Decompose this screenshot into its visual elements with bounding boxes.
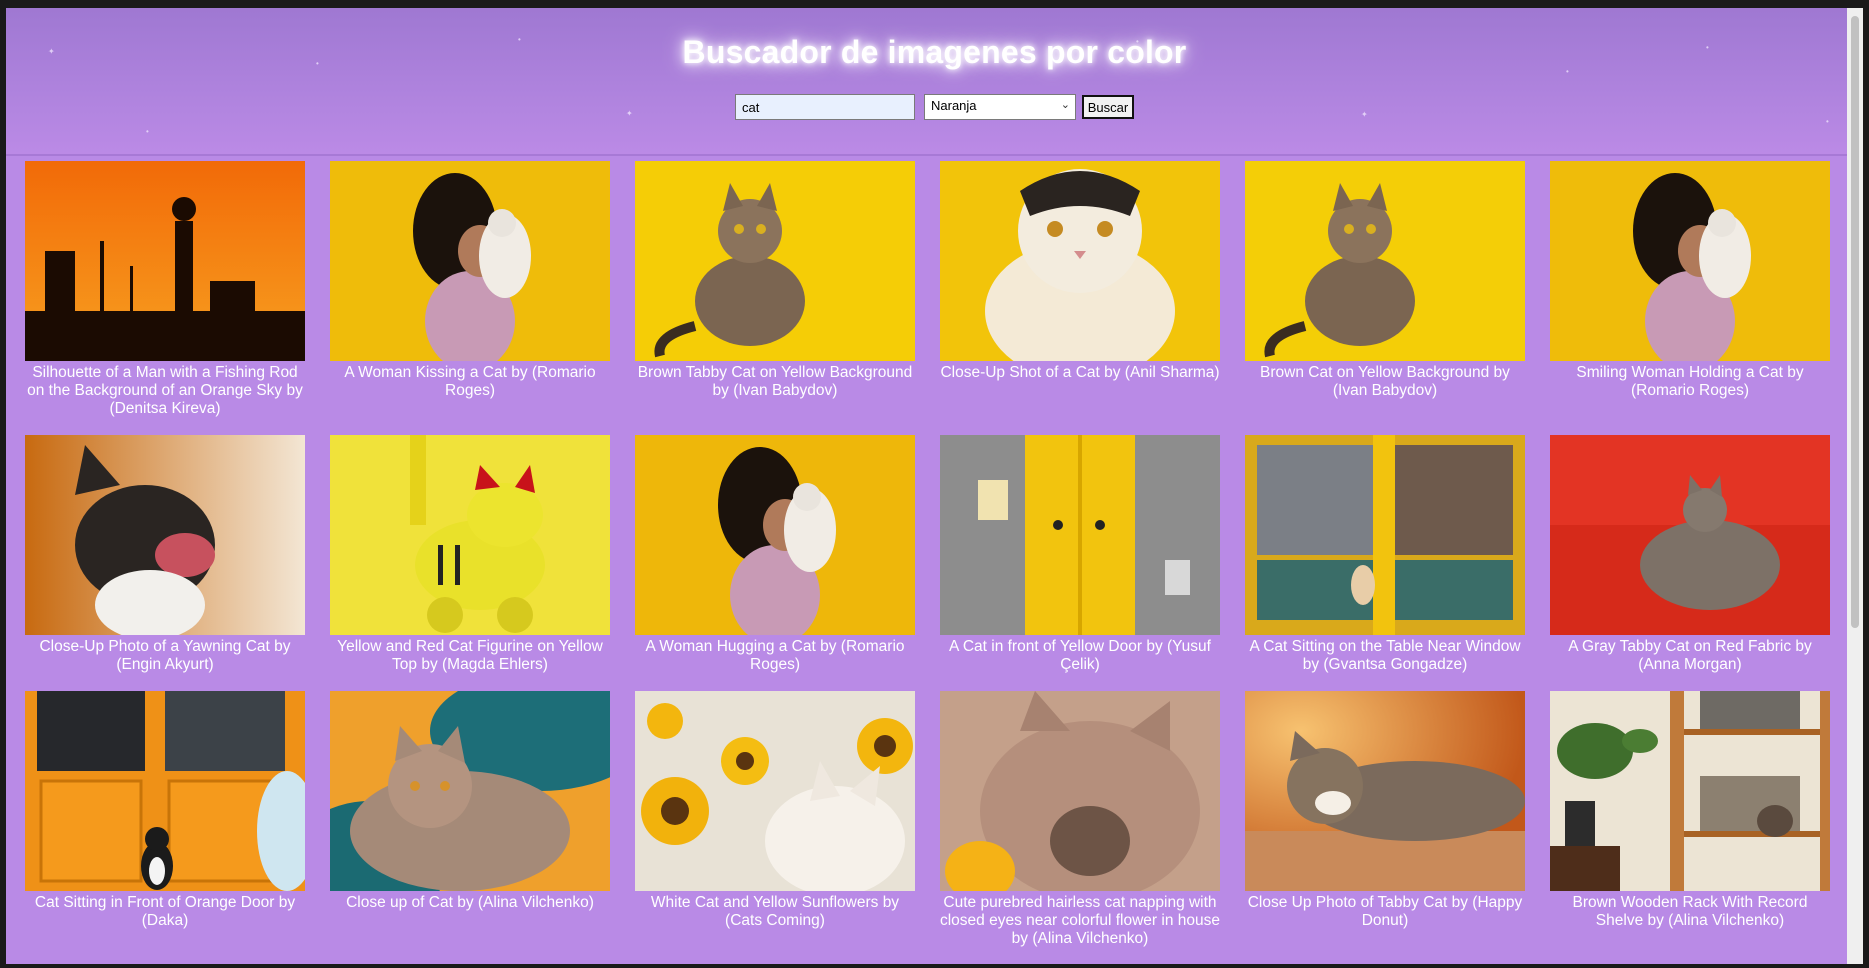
result-caption: Silhouette of a Man with a Fishing Rod o… — [27, 364, 303, 417]
result-caption: A Cat in front of Yellow Door by (Yusuf … — [949, 638, 1211, 673]
result-image[interactable] — [635, 435, 915, 635]
result-card[interactable]: Smiling Woman Holding a Cat by (Romario … — [1550, 161, 1830, 400]
result-caption: A Woman Kissing a Cat by (Romario Roges) — [344, 364, 596, 399]
result-card[interactable]: Close Up Photo of Tabby Cat by (Happy Do… — [1245, 691, 1525, 930]
result-caption: Close Up Photo of Tabby Cat by (Happy Do… — [1247, 894, 1523, 929]
search-button[interactable]: Buscar — [1082, 95, 1134, 119]
result-image[interactable] — [1245, 435, 1525, 635]
result-caption: Close-Up Photo of a Yawning Cat by (Engi… — [39, 638, 291, 673]
result-image[interactable] — [940, 161, 1220, 361]
result-card[interactable]: A Gray Tabby Cat on Red Fabric by (Anna … — [1550, 435, 1830, 674]
result-card[interactable]: A Woman Hugging a Cat by (Romario Roges) — [635, 435, 915, 674]
result-image[interactable] — [940, 435, 1220, 635]
result-card[interactable]: Brown Tabby Cat on Yellow Background by … — [635, 161, 915, 400]
result-caption: A Woman Hugging a Cat by (Romario Roges) — [645, 638, 905, 673]
result-image[interactable] — [1550, 435, 1830, 635]
result-image[interactable] — [1245, 161, 1525, 361]
result-card[interactable]: Close-Up Shot of a Cat by (Anil Sharma) — [940, 161, 1220, 382]
result-card[interactable]: Yellow and Red Cat Figurine on Yellow To… — [330, 435, 610, 674]
result-card[interactable]: Brown Cat on Yellow Background by (Ivan … — [1245, 161, 1525, 400]
result-image[interactable] — [330, 691, 610, 891]
result-image[interactable] — [1550, 691, 1830, 891]
result-image[interactable] — [330, 161, 610, 361]
result-card[interactable]: Cat Sitting in Front of Orange Door by (… — [25, 691, 305, 930]
result-caption: Brown Tabby Cat on Yellow Background by … — [637, 364, 913, 399]
color-select[interactable]: Naranja ⌄ — [924, 94, 1076, 120]
result-image[interactable] — [940, 691, 1220, 891]
result-image[interactable] — [1550, 161, 1830, 361]
result-image[interactable] — [1245, 691, 1525, 891]
result-caption: Close-Up Shot of a Cat by (Anil Sharma) — [940, 364, 1220, 381]
result-card[interactable]: A Cat in front of Yellow Door by (Yusuf … — [940, 435, 1220, 674]
result-caption: White Cat and Yellow Sunflowers by (Cats… — [650, 894, 900, 929]
browser-viewport: ✦ • • ✦ • ✦ • • • • Buscador de imagenes… — [6, 8, 1863, 964]
result-caption: A Gray Tabby Cat on Red Fabric by (Anna … — [1568, 638, 1812, 673]
result-caption: Brown Cat on Yellow Background by (Ivan … — [1260, 364, 1510, 399]
result-caption: Cute purebred hairless cat napping with … — [939, 894, 1220, 947]
search-input[interactable] — [735, 94, 915, 120]
scrollbar[interactable] — [1847, 8, 1863, 964]
result-image[interactable] — [25, 691, 305, 891]
page-header: ✦ • • ✦ • ✦ • • • • Buscador de imagenes… — [6, 8, 1863, 156]
result-caption: Yellow and Red Cat Figurine on Yellow To… — [337, 638, 603, 673]
color-select-value: Naranja — [931, 98, 977, 113]
result-caption: Brown Wooden Rack With Record Shelve by … — [1572, 894, 1808, 929]
result-card[interactable]: Silhouette of a Man with a Fishing Rod o… — [25, 161, 305, 418]
result-image[interactable] — [25, 161, 305, 361]
result-caption: A Cat Sitting on the Table Near Window b… — [1249, 638, 1521, 673]
result-caption: Cat Sitting in Front of Orange Door by (… — [34, 894, 296, 929]
result-card[interactable]: A Woman Kissing a Cat by (Romario Roges) — [330, 161, 610, 400]
page-title: Buscador de imagenes por color — [682, 34, 1187, 70]
result-caption: Close up of Cat by (Alina Vilchenko) — [346, 894, 594, 911]
result-card[interactable]: A Cat Sitting on the Table Near Window b… — [1245, 435, 1525, 674]
result-card[interactable]: White Cat and Yellow Sunflowers by (Cats… — [635, 691, 915, 930]
result-card[interactable]: Brown Wooden Rack With Record Shelve by … — [1550, 691, 1830, 930]
chevron-down-icon: ⌄ — [1060, 99, 1070, 111]
result-image[interactable] — [635, 161, 915, 361]
result-card[interactable]: Close up of Cat by (Alina Vilchenko) — [330, 691, 610, 912]
scrollbar-thumb[interactable] — [1851, 16, 1859, 628]
result-card[interactable]: Close-Up Photo of a Yawning Cat by (Engi… — [25, 435, 305, 674]
result-image[interactable] — [330, 435, 610, 635]
result-image[interactable] — [635, 691, 915, 891]
result-card[interactable]: Cute purebred hairless cat napping with … — [940, 691, 1220, 948]
result-caption: Smiling Woman Holding a Cat by (Romario … — [1576, 364, 1804, 399]
result-image[interactable] — [25, 435, 305, 635]
